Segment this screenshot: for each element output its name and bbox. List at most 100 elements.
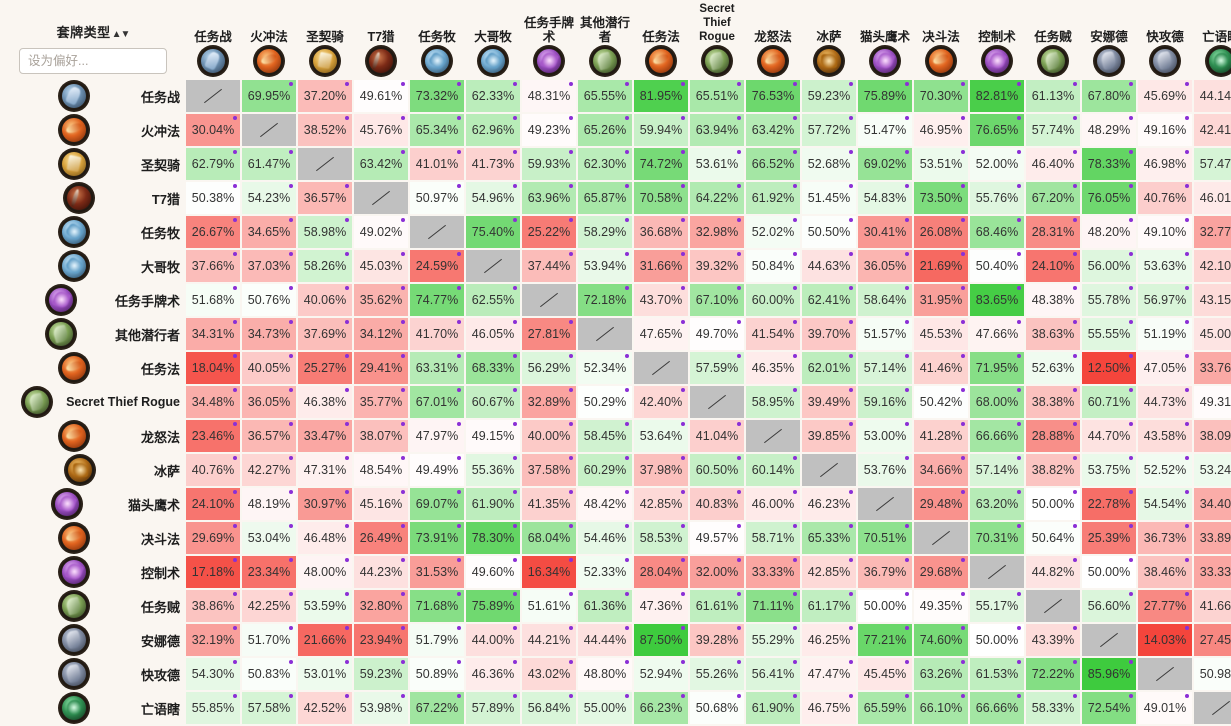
matrix-cell[interactable]: 54.83%	[858, 182, 912, 214]
matrix-cell[interactable]: 12.50%	[1082, 352, 1136, 384]
matrix-cell[interactable]: 51.57%	[858, 318, 912, 350]
row-header-12[interactable]: 猫头鹰术	[2, 488, 184, 520]
matrix-cell[interactable]: 63.31%	[410, 352, 464, 384]
matrix-cell[interactable]: 18.04%	[186, 352, 240, 384]
matrix-cell[interactable]: 66.10%	[914, 692, 968, 724]
matrix-cell[interactable]: 40.06%	[298, 284, 352, 316]
matrix-cell[interactable]: 73.91%	[410, 522, 464, 554]
matrix-cell[interactable]: 49.16%	[1138, 114, 1192, 146]
matrix-cell[interactable]: 44.70%	[1082, 420, 1136, 452]
matrix-cell[interactable]: 23.46%	[186, 420, 240, 452]
matrix-cell[interactable]: 56.97%	[1138, 284, 1192, 316]
matrix-cell[interactable]: 49.60%	[466, 556, 520, 588]
matrix-cell[interactable]: 55.26%	[690, 658, 744, 690]
matrix-cell[interactable]: 40.05%	[242, 352, 296, 384]
matrix-cell[interactable]: 56.60%	[1082, 590, 1136, 622]
matrix-cell[interactable]: 38.46%	[1138, 556, 1192, 588]
matrix-cell[interactable]: 76.65%	[970, 114, 1024, 146]
matrix-cell[interactable]: 71.95%	[970, 352, 1024, 384]
matrix-cell[interactable]: 72.54%	[1082, 692, 1136, 724]
matrix-cell[interactable]: 50.00%	[1082, 556, 1136, 588]
matrix-cell[interactable]: 54.30%	[186, 658, 240, 690]
matrix-cell[interactable]: 53.64%	[634, 420, 688, 452]
matrix-cell[interactable]: 59.94%	[634, 114, 688, 146]
matrix-cell[interactable]: 50.50%	[802, 216, 856, 248]
matrix-cell[interactable]: 58.45%	[578, 420, 632, 452]
matrix-cell[interactable]: 42.40%	[634, 386, 688, 418]
preference-search-input[interactable]	[19, 48, 167, 74]
matrix-cell[interactable]: 51.19%	[1138, 318, 1192, 350]
matrix-cell[interactable]: 14.03%	[1138, 624, 1192, 656]
row-header-5[interactable]: 大哥牧	[2, 250, 184, 282]
matrix-cell[interactable]: 29.69%	[186, 522, 240, 554]
matrix-cell[interactable]: 34.31%	[186, 318, 240, 350]
matrix-cell[interactable]: 49.61%	[354, 80, 408, 112]
matrix-cell[interactable]: 50.00%	[1026, 488, 1080, 520]
matrix-cell[interactable]: 71.68%	[410, 590, 464, 622]
matrix-cell[interactable]: 38.38%	[1026, 386, 1080, 418]
row-header-0[interactable]: 任务战	[2, 80, 184, 112]
row-header-17[interactable]: 快攻德	[2, 658, 184, 690]
column-header-2[interactable]: 圣契骑	[298, 2, 352, 78]
matrix-cell[interactable]: 45.16%	[354, 488, 408, 520]
matrix-cell[interactable]: 38.07%	[354, 420, 408, 452]
matrix-cell[interactable]: 50.64%	[1026, 522, 1080, 554]
matrix-cell[interactable]: 40.76%	[186, 454, 240, 486]
matrix-cell[interactable]: 30.97%	[298, 488, 352, 520]
matrix-cell[interactable]: 64.22%	[690, 182, 744, 214]
matrix-cell[interactable]: 46.05%	[466, 318, 520, 350]
matrix-cell[interactable]: 27.77%	[1138, 590, 1192, 622]
matrix-cell[interactable]: 74.77%	[410, 284, 464, 316]
matrix-cell[interactable]: 37.03%	[242, 250, 296, 282]
row-header-10[interactable]: 龙怒法	[2, 420, 184, 452]
matrix-cell[interactable]: 37.98%	[634, 454, 688, 486]
matrix-cell[interactable]: 50.00%	[970, 624, 1024, 656]
matrix-cell[interactable]: 67.22%	[410, 692, 464, 724]
matrix-cell[interactable]: 34.12%	[354, 318, 408, 350]
matrix-cell[interactable]: 22.78%	[1082, 488, 1136, 520]
matrix-cell[interactable]: 59.93%	[522, 148, 576, 180]
matrix-cell[interactable]: 67.10%	[690, 284, 744, 316]
matrix-cell[interactable]: 52.00%	[970, 148, 1024, 180]
matrix-cell[interactable]: 65.87%	[578, 182, 632, 214]
matrix-cell[interactable]: 46.25%	[802, 624, 856, 656]
matrix-cell[interactable]: 74.72%	[634, 148, 688, 180]
matrix-cell[interactable]: 57.14%	[970, 454, 1024, 486]
matrix-cell[interactable]: 32.89%	[522, 386, 576, 418]
matrix-cell[interactable]: 41.66%	[1194, 590, 1231, 622]
matrix-cell[interactable]: 46.01%	[1194, 182, 1231, 214]
matrix-cell[interactable]: 40.00%	[522, 420, 576, 452]
matrix-cell[interactable]: 25.22%	[522, 216, 576, 248]
matrix-cell[interactable]: 34.40%	[1194, 488, 1231, 520]
matrix-cell[interactable]: 41.35%	[522, 488, 576, 520]
matrix-cell[interactable]: 61.17%	[802, 590, 856, 622]
matrix-cell[interactable]: 76.05%	[1082, 182, 1136, 214]
matrix-cell[interactable]: 55.55%	[1082, 318, 1136, 350]
matrix-cell[interactable]: 51.79%	[410, 624, 464, 656]
matrix-cell[interactable]: 50.42%	[914, 386, 968, 418]
matrix-cell-mirror[interactable]	[914, 522, 968, 554]
matrix-cell[interactable]: 62.41%	[802, 284, 856, 316]
matrix-cell-mirror[interactable]	[1138, 658, 1192, 690]
matrix-cell[interactable]: 44.73%	[1138, 386, 1192, 418]
sort-arrows-icon[interactable]: ▲▼	[112, 29, 131, 40]
matrix-cell[interactable]: 48.54%	[354, 454, 408, 486]
matrix-cell[interactable]: 23.34%	[242, 556, 296, 588]
matrix-cell[interactable]: 30.04%	[186, 114, 240, 146]
matrix-cell[interactable]: 70.30%	[914, 80, 968, 112]
matrix-cell[interactable]: 32.19%	[186, 624, 240, 656]
matrix-cell[interactable]: 36.57%	[242, 420, 296, 452]
matrix-cell[interactable]: 58.53%	[634, 522, 688, 554]
matrix-cell[interactable]: 57.74%	[1026, 114, 1080, 146]
matrix-cell[interactable]: 44.63%	[802, 250, 856, 282]
row-header-7[interactable]: 其他潜行者	[2, 318, 184, 350]
matrix-cell[interactable]: 51.47%	[858, 114, 912, 146]
matrix-cell[interactable]: 48.38%	[1026, 284, 1080, 316]
matrix-cell[interactable]: 50.97%	[410, 182, 464, 214]
matrix-cell[interactable]: 53.04%	[242, 522, 296, 554]
matrix-cell[interactable]: 66.66%	[970, 420, 1024, 452]
matrix-cell[interactable]: 46.98%	[1138, 148, 1192, 180]
matrix-cell[interactable]: 43.15%	[1194, 284, 1231, 316]
matrix-cell[interactable]: 34.65%	[242, 216, 296, 248]
matrix-cell[interactable]: 32.98%	[690, 216, 744, 248]
